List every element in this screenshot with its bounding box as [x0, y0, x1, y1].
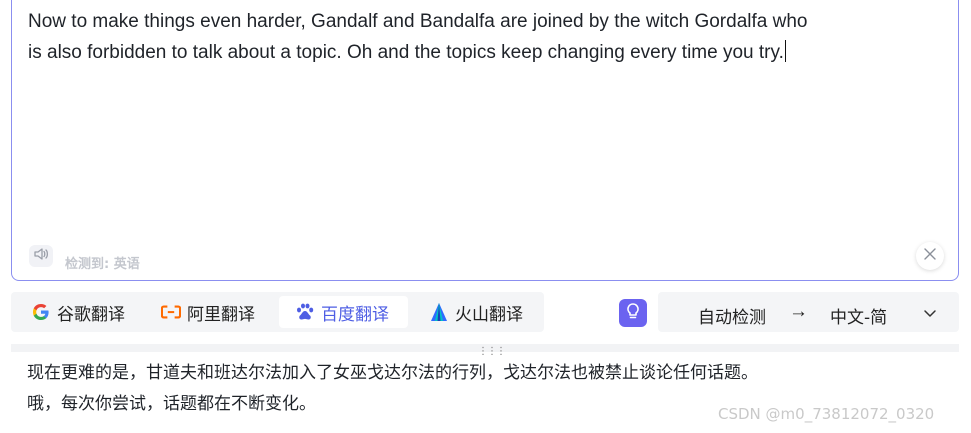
tab-baidu-translate[interactable]: 百度翻译: [279, 296, 408, 328]
speaker-button[interactable]: [29, 245, 53, 267]
volcano-icon: [429, 302, 449, 322]
tab-label: 谷歌翻译: [57, 304, 125, 325]
alibaba-icon: [161, 302, 181, 322]
detected-language-label: 检测到: 英语: [65, 257, 140, 272]
source-line-2: is also forbidden to talk about a topic.…: [28, 42, 784, 63]
target-language[interactable]: 中文-简: [830, 303, 887, 328]
tab-label: 火山翻译: [455, 304, 523, 325]
arrow-right-icon: →: [789, 301, 808, 322]
source-language[interactable]: 自动检测: [698, 303, 766, 328]
language-selector[interactable]: 自动检测 → 中文-简: [658, 292, 959, 332]
engine-tab-bar: 谷歌翻译 阿里翻译 百度翻译 火山翻译: [11, 292, 544, 332]
tab-label: 阿里翻译: [187, 304, 255, 325]
lightbulb-icon: [625, 302, 641, 325]
close-icon: [924, 247, 936, 265]
watermark: CSDN @m0_73812072_0320: [718, 405, 935, 423]
tip-button[interactable]: [619, 299, 647, 327]
result-line-2: 哦，每次你尝试，话题都在不断变化。: [27, 394, 316, 414]
tab-google-translate[interactable]: 谷歌翻译: [31, 296, 125, 328]
source-line-1: Now to make things even harder, Gandalf …: [28, 11, 808, 32]
text-caret: [784, 40, 787, 62]
drag-handle-icon[interactable]: ⋮⋮⋮: [478, 346, 506, 357]
baidu-icon: [295, 302, 315, 322]
google-icon: [31, 302, 51, 322]
source-text-area[interactable]: Now to make things even harder, Gandalf …: [11, 0, 959, 281]
tab-label: 百度翻译: [321, 304, 389, 325]
speaker-icon: [33, 247, 49, 266]
result-text: 现在更难的是，甘道夫和班达尔法加入了女巫戈达尔法的行列，戈达尔法也被禁止谈论任何…: [27, 358, 758, 420]
tab-ali-translate[interactable]: 阿里翻译: [161, 296, 255, 328]
tab-volcano-translate[interactable]: 火山翻译: [429, 296, 523, 328]
result-line-1: 现在更难的是，甘道夫和班达尔法加入了女巫戈达尔法的行列，戈达尔法也被禁止谈论任何…: [27, 363, 758, 383]
chevron-down-icon[interactable]: [923, 305, 937, 323]
source-text[interactable]: Now to make things even harder, Gandalf …: [28, 6, 928, 68]
clear-button[interactable]: [916, 242, 944, 270]
